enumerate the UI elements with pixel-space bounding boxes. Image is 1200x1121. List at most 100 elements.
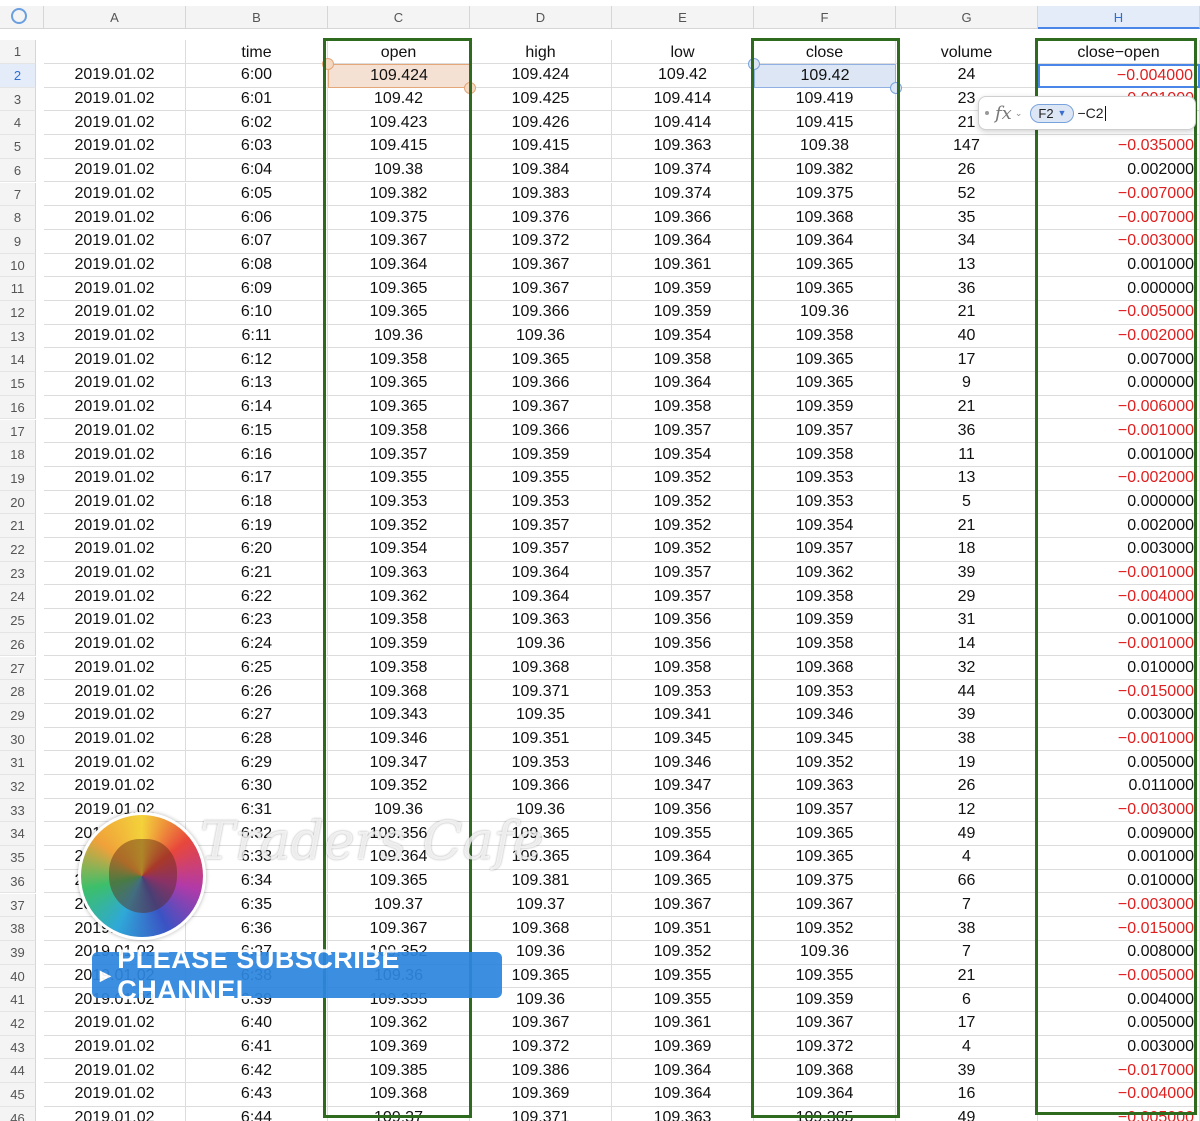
row-header-45[interactable]: 45 <box>0 1083 36 1107</box>
column-header-d[interactable]: D <box>470 6 612 29</box>
cell-e46[interactable]: 109.363 <box>612 1106 754 1121</box>
cell-e45[interactable]: 109.364 <box>612 1083 754 1107</box>
cell-a31[interactable]: 2019.01.02 <box>44 751 186 775</box>
cell-h26[interactable]: −0.001000 <box>1038 632 1200 657</box>
row-header-12[interactable]: 12 <box>0 301 36 325</box>
cell-b22[interactable]: 6:20 <box>186 538 328 562</box>
cell-e26[interactable]: 109.356 <box>612 632 754 657</box>
cell-c29[interactable]: 109.343 <box>328 703 470 728</box>
cell-c3[interactable]: 109.42 <box>328 87 470 112</box>
cell-e16[interactable]: 109.358 <box>612 395 754 420</box>
cell-g33[interactable]: 12 <box>896 798 1038 823</box>
cell-g17[interactable]: 36 <box>896 419 1038 444</box>
cell-h5[interactable]: −0.035000 <box>1038 135 1200 159</box>
cell-g46[interactable]: 49 <box>896 1106 1038 1121</box>
cell-b45[interactable]: 6:43 <box>186 1083 328 1107</box>
cell-reference-token[interactable]: F2 ▼ <box>1030 103 1075 123</box>
cell-g34[interactable]: 49 <box>896 822 1038 847</box>
row-header-2[interactable]: 2 <box>0 64 36 88</box>
cell-a22[interactable]: 2019.01.02 <box>44 538 186 562</box>
cell-d36[interactable]: 109.381 <box>470 869 612 894</box>
cell-g2[interactable]: 24 <box>896 64 1038 88</box>
cell-d31[interactable]: 109.353 <box>470 751 612 775</box>
cell-g13[interactable]: 40 <box>896 324 1038 349</box>
cell-f15[interactable]: 109.365 <box>754 372 896 396</box>
range-handle-f2-start[interactable] <box>748 58 760 70</box>
formula-text[interactable]: −C2 <box>1077 105 1103 121</box>
cell-b15[interactable]: 6:13 <box>186 372 328 396</box>
cell-h14[interactable]: 0.007000 <box>1038 348 1200 373</box>
cell-e18[interactable]: 109.354 <box>612 443 754 467</box>
cell-h16[interactable]: −0.006000 <box>1038 395 1200 420</box>
cell-d5[interactable]: 109.415 <box>470 135 612 159</box>
cell-e37[interactable]: 109.367 <box>612 893 754 918</box>
row-header-4[interactable]: 4 <box>0 111 36 136</box>
row-header-26[interactable]: 26 <box>0 632 36 657</box>
cell-f4[interactable]: 109.415 <box>754 111 896 136</box>
cell-e35[interactable]: 109.364 <box>612 846 754 870</box>
cell-g16[interactable]: 21 <box>896 395 1038 420</box>
cell-g18[interactable]: 11 <box>896 443 1038 467</box>
cell-g37[interactable]: 7 <box>896 893 1038 918</box>
cell-h46[interactable]: −0.005000 <box>1038 1106 1200 1121</box>
cell-g41[interactable]: 6 <box>896 988 1038 1012</box>
cell-f34[interactable]: 109.365 <box>754 822 896 847</box>
cell-h10[interactable]: 0.001000 <box>1038 253 1200 278</box>
cell-h15[interactable]: 0.000000 <box>1038 372 1200 396</box>
cell-f46[interactable]: 109.365 <box>754 1106 896 1121</box>
dropdown-arrow-icon[interactable]: ▼ <box>1058 108 1067 118</box>
row-header-6[interactable]: 6 <box>0 158 36 183</box>
cell-c12[interactable]: 109.365 <box>328 301 470 325</box>
cell-c16[interactable]: 109.365 <box>328 395 470 420</box>
cell-d30[interactable]: 109.351 <box>470 727 612 752</box>
cell-f18[interactable]: 109.358 <box>754 443 896 467</box>
cell-e25[interactable]: 109.356 <box>612 609 754 633</box>
cell-b8[interactable]: 6:06 <box>186 206 328 230</box>
header-cell-b[interactable]: time <box>186 40 328 64</box>
row-header-44[interactable]: 44 <box>0 1059 36 1084</box>
cell-e10[interactable]: 109.361 <box>612 253 754 278</box>
cell-a2[interactable]: 2019.01.02 <box>44 64 186 88</box>
cell-b6[interactable]: 6:04 <box>186 158 328 183</box>
cell-c14[interactable]: 109.358 <box>328 348 470 373</box>
cell-a9[interactable]: 2019.01.02 <box>44 229 186 254</box>
cell-a15[interactable]: 2019.01.02 <box>44 372 186 396</box>
cell-a30[interactable]: 2019.01.02 <box>44 727 186 752</box>
cell-e17[interactable]: 109.357 <box>612 419 754 444</box>
cell-d20[interactable]: 109.353 <box>470 490 612 515</box>
row-header-42[interactable]: 42 <box>0 1012 36 1036</box>
cell-b44[interactable]: 6:42 <box>186 1059 328 1084</box>
row-header-18[interactable]: 18 <box>0 443 36 467</box>
cell-h32[interactable]: 0.011000 <box>1038 775 1200 799</box>
cell-e22[interactable]: 109.352 <box>612 538 754 562</box>
cell-c43[interactable]: 109.369 <box>328 1035 470 1060</box>
cell-d23[interactable]: 109.364 <box>470 561 612 586</box>
row-header-36[interactable]: 36 <box>0 869 36 894</box>
cell-f32[interactable]: 109.363 <box>754 775 896 799</box>
cell-f39[interactable]: 109.36 <box>754 940 896 965</box>
cell-f9[interactable]: 109.364 <box>754 229 896 254</box>
cell-g12[interactable]: 21 <box>896 301 1038 325</box>
row-header-39[interactable]: 39 <box>0 940 36 965</box>
column-header-e[interactable]: E <box>612 6 754 29</box>
cell-h43[interactable]: 0.003000 <box>1038 1035 1200 1060</box>
cell-g11[interactable]: 36 <box>896 277 1038 301</box>
cell-f5[interactable]: 109.38 <box>754 135 896 159</box>
cell-d29[interactable]: 109.35 <box>470 703 612 728</box>
row-header-25[interactable]: 25 <box>0 609 36 633</box>
cell-a29[interactable]: 2019.01.02 <box>44 703 186 728</box>
cell-h28[interactable]: −0.015000 <box>1038 680 1200 704</box>
cell-b4[interactable]: 6:02 <box>186 111 328 136</box>
cell-e40[interactable]: 109.355 <box>612 964 754 989</box>
column-header-b[interactable]: B <box>186 6 328 29</box>
cell-d38[interactable]: 109.368 <box>470 917 612 941</box>
cell-e39[interactable]: 109.352 <box>612 940 754 965</box>
cell-f23[interactable]: 109.362 <box>754 561 896 586</box>
row-header-19[interactable]: 19 <box>0 466 36 491</box>
cell-h13[interactable]: −0.002000 <box>1038 324 1200 349</box>
cell-h2[interactable]: −0.004000 <box>1038 64 1200 88</box>
cell-c10[interactable]: 109.364 <box>328 253 470 278</box>
cell-b34[interactable]: 6:32 <box>186 822 328 847</box>
cell-d22[interactable]: 109.357 <box>470 538 612 562</box>
cell-e7[interactable]: 109.374 <box>612 182 754 207</box>
